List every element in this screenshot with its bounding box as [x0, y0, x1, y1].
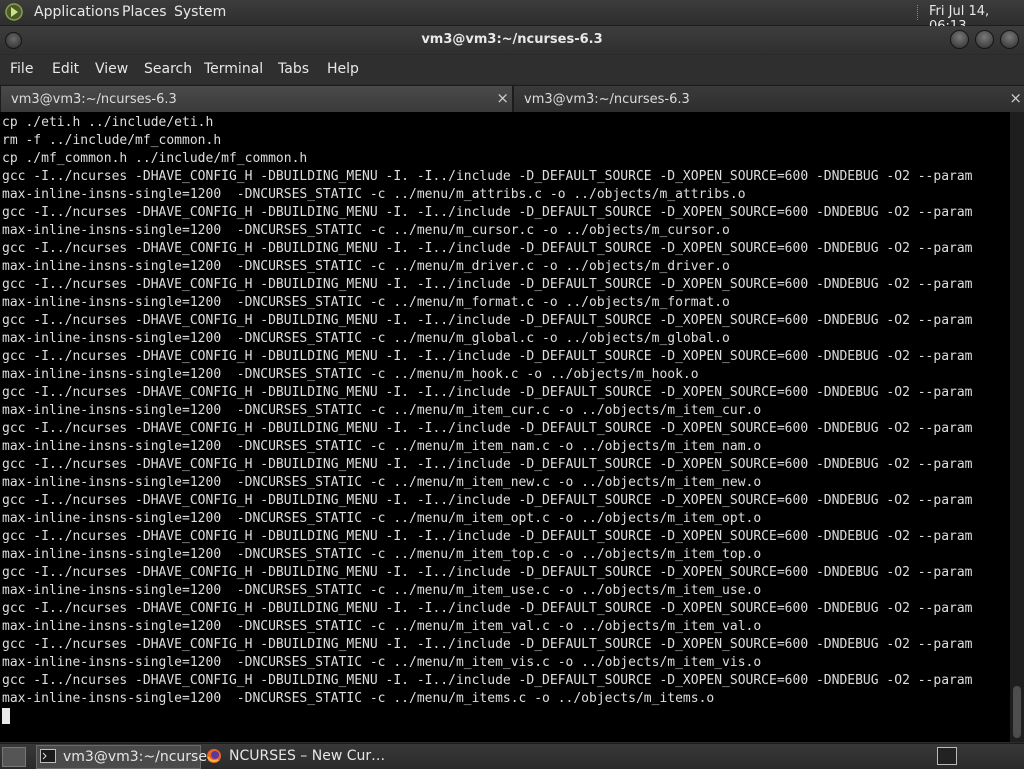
menu-tabs[interactable]: Tabs: [278, 61, 309, 77]
top-panel: Applications Places System Fri Jul 14, 0…: [0, 0, 1024, 34]
firefox-icon: [206, 748, 222, 763]
close-icon[interactable]: ×: [1009, 89, 1022, 107]
tab-bar: vm3@vm3:~/ncurses-6.3 × vm3@vm3:~/ncurse…: [0, 85, 1024, 112]
vertical-scrollbar[interactable]: [1010, 112, 1024, 742]
show-desktop-icon[interactable]: [2, 747, 26, 767]
system-menu[interactable]: System: [174, 4, 226, 20]
taskbar-item-terminal[interactable]: vm3@vm3:~/ncurse…: [36, 745, 221, 769]
places-menu[interactable]: Places: [122, 4, 167, 20]
terminal-output: cp ./eti.h ../include/eti.h rm -f ../inc…: [2, 115, 973, 706]
terminal-area[interactable]: cp ./eti.h ../include/eti.h rm -f ../inc…: [0, 112, 1010, 742]
menu-help[interactable]: Help: [327, 61, 359, 77]
close-icon[interactable]: ×: [496, 89, 509, 107]
terminal-icon: [40, 749, 56, 763]
bottom-panel: vm3@vm3:~/ncurse… NCURSES – New Cur…: [0, 743, 1024, 769]
tab-terminal-1[interactable]: vm3@vm3:~/ncurses-6.3 ×: [0, 85, 513, 112]
menu-search[interactable]: Search: [144, 61, 192, 77]
panel-separator: [917, 5, 920, 20]
applications-icon[interactable]: [4, 2, 26, 22]
scrollbar-thumb[interactable]: [1013, 686, 1021, 738]
tab-label: vm3@vm3:~/ncurses-6.3: [524, 92, 690, 107]
tab-terminal-2[interactable]: vm3@vm3:~/ncurses-6.3 ×: [513, 85, 1024, 112]
window-titlebar[interactable]: vm3@vm3:~/ncurses-6.3: [0, 26, 1024, 54]
taskbar-item-label: vm3@vm3:~/ncurse…: [63, 749, 221, 765]
applications-menu[interactable]: Applications: [34, 4, 120, 20]
close-window-button[interactable]: [1000, 30, 1019, 49]
menu-view[interactable]: View: [95, 61, 128, 77]
taskbar-item-label: NCURSES – New Cur…: [229, 748, 386, 764]
terminal-icon[interactable]: [937, 747, 957, 765]
maximize-button[interactable]: [975, 30, 994, 49]
tab-label: vm3@vm3:~/ncurses-6.3: [11, 92, 177, 107]
minimize-button[interactable]: [950, 30, 969, 49]
menu-file[interactable]: File: [10, 61, 33, 77]
taskbar-item-firefox[interactable]: NCURSES – New Cur…: [203, 745, 403, 767]
menu-terminal[interactable]: Terminal: [204, 61, 263, 77]
text-cursor: [2, 708, 10, 724]
window-title: vm3@vm3:~/ncurses-6.3: [421, 32, 603, 47]
menubar: File Edit View Search Terminal Tabs Help: [0, 55, 1024, 84]
menu-edit[interactable]: Edit: [52, 61, 79, 77]
